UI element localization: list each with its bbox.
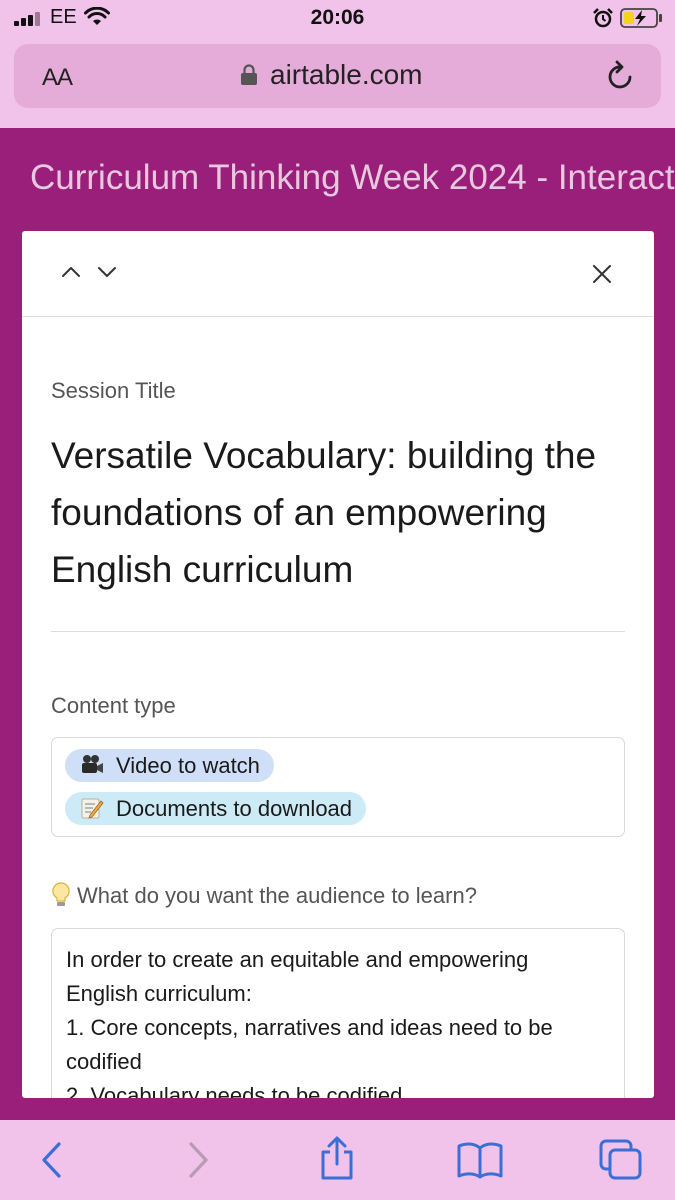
alarm-icon <box>593 8 613 28</box>
learn-text-field[interactable]: In order to create an equitable and empo… <box>51 928 625 1098</box>
bookmarks-icon[interactable] <box>456 1140 504 1180</box>
close-icon[interactable] <box>590 262 614 286</box>
share-icon[interactable] <box>318 1136 356 1182</box>
url-domain[interactable]: airtable.com <box>270 59 423 91</box>
chevron-up-icon[interactable] <box>60 263 82 281</box>
status-bar: EE 20:06 <box>0 0 675 38</box>
light-bulb-icon <box>52 882 70 906</box>
chevron-down-icon[interactable] <box>96 263 118 281</box>
learn-question-label: What do you want the audience to learn? <box>51 881 477 909</box>
learn-question-text: What do you want the audience to learn? <box>77 883 477 908</box>
content-type-label-video: Video to watch <box>116 753 260 778</box>
content-type-field[interactable]: Video to watch Documents to download <box>51 737 625 837</box>
content-type-label-documents: Documents to download <box>116 796 353 821</box>
lock-icon <box>241 64 257 85</box>
record-card: Session Title Versatile Vocabulary: buil… <box>22 231 654 1098</box>
learn-text-line: In order to create an equitable and empo… <box>66 947 529 972</box>
browser-bottom-toolbar <box>0 1120 675 1200</box>
status-time: 20:06 <box>310 6 365 29</box>
movie-camera-icon <box>82 755 103 773</box>
address-bar[interactable]: AA airtable.com <box>14 44 661 108</box>
text-size-button[interactable]: AA <box>42 64 73 92</box>
memo-icon <box>81 798 104 819</box>
learn-text-line: 1. Core concepts, narratives and ideas n… <box>66 1015 553 1040</box>
content-type-pill[interactable]: Documents to download <box>65 792 367 825</box>
tabs-icon[interactable] <box>598 1138 644 1182</box>
browser-top-chrome: EE 20:06 AA airtable.com <box>0 0 675 128</box>
learn-text-line: codified <box>66 1049 142 1074</box>
page-title: Curriculum Thinking Week 2024 - Interact… <box>30 158 675 197</box>
card-header <box>22 231 654 317</box>
content-type-pill[interactable]: Video to watch <box>65 749 274 782</box>
learn-text-line: English curriculum: <box>66 981 252 1006</box>
forward-icon[interactable] <box>184 1140 212 1180</box>
session-title-label: Session Title <box>51 378 176 403</box>
back-icon[interactable] <box>38 1140 66 1180</box>
battery-charging-icon <box>620 8 662 28</box>
learn-text-line: 2. Vocabulary needs to be codified <box>66 1083 403 1098</box>
session-title[interactable]: Versatile Vocabulary: building the found… <box>51 427 631 598</box>
content-type-label: Content type <box>51 693 176 718</box>
reload-icon[interactable] <box>606 58 636 92</box>
divider <box>51 631 625 632</box>
